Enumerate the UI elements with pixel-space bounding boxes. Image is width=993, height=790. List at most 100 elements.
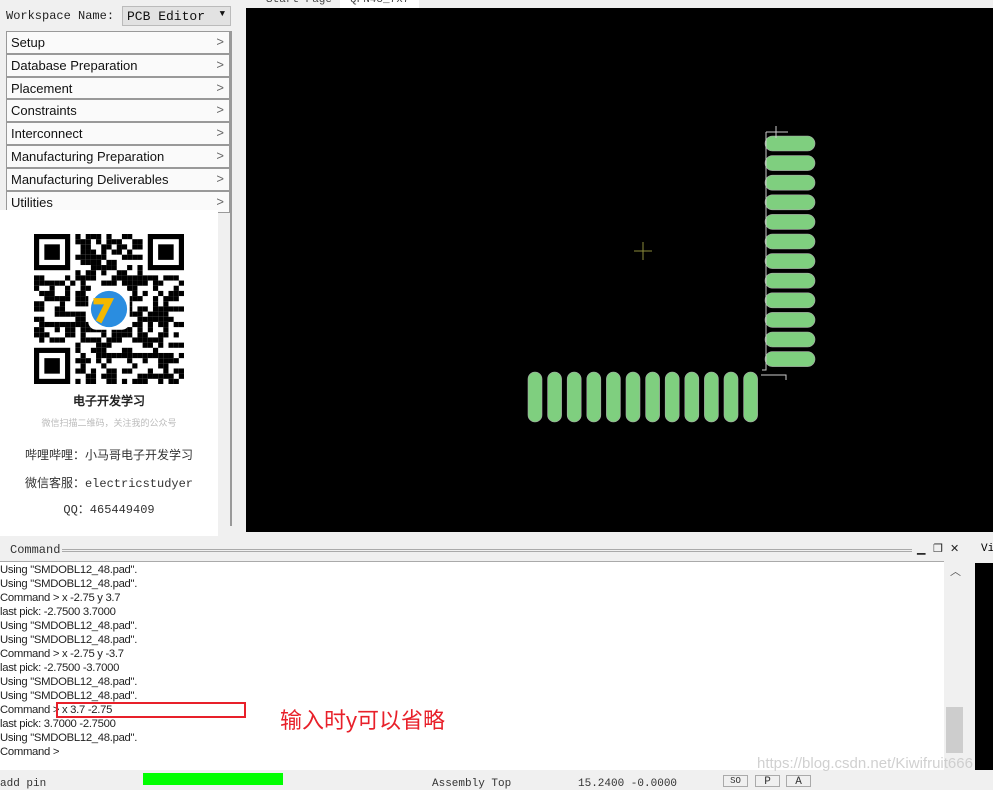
origin-crosshair-icon <box>634 242 652 260</box>
pad[interactable] <box>645 371 660 423</box>
promo-subtitle: 微信扫描二维码，关注我的公众号 <box>41 418 177 428</box>
pad[interactable] <box>527 371 543 423</box>
promo-wechat: 微信客服：electricstudyer <box>24 477 194 491</box>
promo-qq: QQ：465449409 <box>63 503 155 517</box>
status-coords: 15.2400 -0.0000 <box>578 778 678 790</box>
scrollbar-thumb[interactable] <box>946 707 963 753</box>
status-button-so[interactable]: SO <box>723 775 748 787</box>
menu-item-label: Interconnect <box>11 126 83 142</box>
pad[interactable] <box>606 371 621 423</box>
command-line: Using "SMDOBL12_48.pad". <box>0 676 138 688</box>
progress-bar <box>143 773 283 785</box>
workspace-select[interactable]: PCB Editor ▼ <box>122 6 231 26</box>
menu-item-label: Manufacturing Preparation <box>11 148 165 164</box>
menu-item-label: Manufacturing Deliverables <box>11 171 169 187</box>
pad[interactable] <box>704 371 719 423</box>
pad[interactable] <box>664 371 680 423</box>
close-icon[interactable]: ✕ <box>950 542 959 555</box>
promo-bilibili: 哔哩哔哩：小马哥电子开发学习 <box>24 448 193 462</box>
tab-design[interactable]: QFN48_7x7 <box>340 0 420 8</box>
command-line: Using "SMDOBL12_48.pad". <box>0 564 138 576</box>
menu-item-label: Placement <box>11 80 73 96</box>
watermark: https://blog.csdn.net/Kiwifruit666 <box>757 755 973 772</box>
tab-start-page[interactable]: Start Page <box>256 0 342 8</box>
command-line: last pick: -2.7500 3.7000 <box>0 606 116 618</box>
command-pane-title: Command <box>10 543 61 557</box>
pad[interactable] <box>684 371 700 423</box>
menu-item-setup[interactable]: Setup > <box>6 31 230 54</box>
scroll-up-icon[interactable]: ︿ <box>950 563 961 579</box>
menu-item-label: Database Preparation <box>11 57 138 73</box>
menu-item-manufacturing-deliverables[interactable]: Manufacturing Deliverables > <box>6 167 230 191</box>
command-line: Using "SMDOBL12_48.pad". <box>0 578 138 590</box>
pad[interactable] <box>764 253 816 269</box>
chevron-right-icon: > <box>216 102 224 118</box>
restore-icon[interactable]: ❐ <box>933 542 943 555</box>
menu-item-constraints[interactable]: Constraints > <box>6 99 230 123</box>
chevron-right-icon: > <box>216 125 224 141</box>
status-button-a[interactable]: A <box>786 775 811 788</box>
command-line: Command > x -2.75 y -3.7 <box>0 648 124 660</box>
menu-item-database-preparation[interactable]: Database Preparation > <box>6 53 230 77</box>
pad[interactable] <box>764 233 816 250</box>
command-line: Using "SMDOBL12_48.pad". <box>0 634 138 646</box>
pane-grip[interactable] <box>62 549 912 552</box>
pad[interactable] <box>547 371 562 423</box>
pad[interactable] <box>764 312 816 328</box>
annotation-note: 输入时y可以省略 <box>280 708 446 733</box>
pad[interactable] <box>743 371 758 423</box>
pad[interactable] <box>764 272 816 289</box>
pad[interactable] <box>764 135 816 152</box>
workflow-menu: Setup > Database Preparation > Placement > Con… <box>6 31 230 214</box>
menu-item-placement[interactable]: Placement > <box>6 76 230 100</box>
highlight-box <box>56 702 246 718</box>
design-canvas[interactable] <box>246 8 993 532</box>
chevron-right-icon: > <box>216 56 224 72</box>
menu-item-label: Utilities <box>11 194 53 210</box>
pad[interactable] <box>764 351 816 367</box>
pad[interactable] <box>723 371 739 423</box>
pad[interactable] <box>764 194 816 211</box>
pad[interactable] <box>764 331 816 348</box>
menu-item-interconnect[interactable]: Interconnect > <box>6 122 230 145</box>
visibility-panel <box>975 563 993 770</box>
chevron-right-icon: > <box>216 147 224 163</box>
chevron-right-icon: > <box>216 193 224 209</box>
pad[interactable] <box>764 155 816 171</box>
pad[interactable] <box>625 371 641 423</box>
pad[interactable] <box>566 371 582 423</box>
menu-item-label: Constraints <box>11 103 77 119</box>
right-panel-title: Vi <box>981 543 993 555</box>
workspace-value: PCB Editor <box>127 9 206 24</box>
status-subclass[interactable]: Assembly Top <box>432 778 511 790</box>
workspace-label: Workspace Name: <box>6 9 115 23</box>
pad[interactable] <box>764 214 816 230</box>
status-bar: add pin Assembly Top 15.2400 -0.0000 SO … <box>0 770 993 790</box>
command-line: Using "SMDOBL12_48.pad". <box>0 690 138 702</box>
command-line: last pick: -2.7500 -3.7000 <box>0 662 120 674</box>
panel-divider <box>230 31 232 526</box>
minimize-icon[interactable]: ▁ <box>917 542 925 555</box>
command-line: Using "SMDOBL12_48.pad". <box>0 732 138 744</box>
promo-title: 电子开发学习 <box>72 394 145 408</box>
command-line: Command > x -2.75 y 3.7 <box>0 592 121 604</box>
pad[interactable] <box>764 292 816 309</box>
chevron-right-icon: > <box>216 170 224 186</box>
menu-item-manufacturing-preparation[interactable]: Manufacturing Preparation > <box>6 144 230 168</box>
command-output[interactable]: Using "SMDOBL12_48.pad". Using "SMDOBL12_… <box>0 561 944 770</box>
menu-item-label: Setup <box>11 35 45 50</box>
command-line: last pick: 3.7000 -2.7500 <box>0 718 116 730</box>
pcb-drawing[interactable] <box>246 8 993 532</box>
promo-overlay: 电子开发学习 微信扫描二维码，关注我的公众号 哔哩哔哩：小马哥电子开发学习 微信… <box>0 210 218 536</box>
document-tabs: Start Page QFN48_7x7 <box>246 0 993 8</box>
chevron-down-icon: ▼ <box>219 9 225 19</box>
chevron-right-icon: > <box>216 34 224 49</box>
pad[interactable] <box>764 174 816 191</box>
qr-code <box>34 234 184 384</box>
command-scrollbar[interactable]: ︿ <box>945 561 965 770</box>
command-line: Using "SMDOBL12_48.pad". <box>0 620 138 632</box>
status-button-p[interactable]: P <box>755 775 780 788</box>
logo-icon <box>90 290 128 328</box>
status-command: add pin <box>0 778 47 790</box>
pad[interactable] <box>586 371 602 423</box>
